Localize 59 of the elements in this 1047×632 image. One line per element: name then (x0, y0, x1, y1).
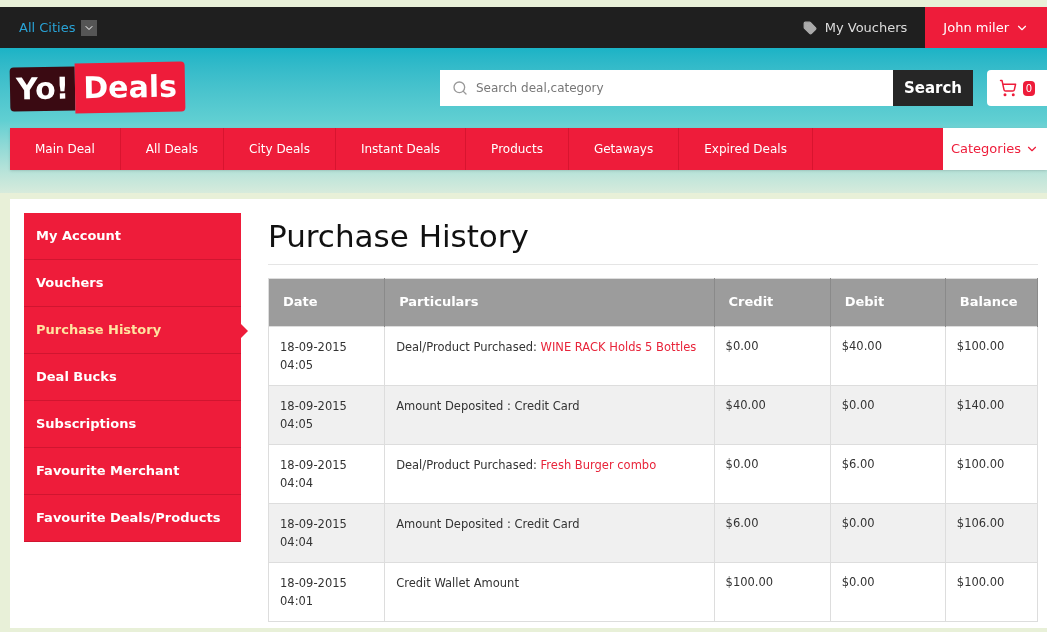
column-header: Debit (830, 278, 946, 326)
sidebar-item[interactable]: Vouchers (24, 260, 241, 307)
tag-icon (802, 20, 817, 35)
sidebar-item[interactable]: Favourite Deals/Products (24, 495, 241, 542)
sidebar-item[interactable]: My Account (24, 213, 241, 260)
deal-link[interactable]: Fresh Burger combo (540, 457, 657, 472)
deal-link[interactable]: WINE RACK Holds 5 Bottles (540, 339, 697, 354)
table-cell: $6.00 (830, 444, 946, 503)
nav-link[interactable]: Getaways (568, 128, 680, 170)
cart-button[interactable]: 0 (987, 70, 1047, 106)
table-cell: Deal/Product Purchased: WINE RACK Holds 5 Bottles (384, 326, 715, 385)
vouchers-link[interactable]: My Vouchers (802, 17, 908, 38)
table-cell: $40.00 (714, 385, 831, 444)
sidebar-item[interactable]: Deal Bucks (24, 354, 241, 401)
nav-link[interactable]: City Deals (224, 128, 336, 170)
table-cell: Amount Deposited : Credit Card (384, 385, 715, 444)
nav-link[interactable]: All Deals (120, 128, 225, 170)
table-cell: 18-09-2015 04:04 (268, 444, 385, 503)
user-menu[interactable]: John miler (925, 7, 1047, 48)
table-cell: $140.00 (945, 385, 1038, 444)
table-cell: Credit Wallet Amount (384, 562, 715, 621)
table-cell: 18-09-2015 04:05 (268, 385, 385, 444)
table-cell: $0.00 (830, 503, 946, 562)
table-cell: $106.00 (945, 503, 1038, 562)
nav-link[interactable]: Products (466, 128, 569, 170)
column-header: Credit (714, 278, 831, 326)
column-header: Date (268, 278, 385, 326)
cart-icon (998, 79, 1017, 97)
page-title: Purchase History (268, 213, 1038, 265)
dropdown-icon (81, 19, 98, 36)
table-cell: 18-09-2015 04:04 (268, 503, 385, 562)
categories-menu[interactable]: Categories (943, 128, 1047, 170)
city-selector[interactable]: All Cities (19, 17, 98, 38)
nav-link[interactable]: Expired Deals (679, 128, 813, 170)
table-cell: $0.00 (830, 562, 946, 621)
table-cell: Amount Deposited : Credit Card (384, 503, 715, 562)
nav-link[interactable]: Instant Deals (335, 128, 467, 170)
nav-link[interactable]: Main Deal (10, 128, 121, 170)
sidebar-item[interactable]: Subscriptions (24, 401, 241, 448)
table-cell: $100.00 (714, 562, 831, 621)
table-cell: 18-09-2015 04:01 (268, 562, 385, 621)
table-cell: 18-09-2015 04:05 (268, 326, 385, 385)
table-cell: $100.00 (945, 326, 1038, 385)
table-cell: Deal/Product Purchased: Fresh Burger combo (384, 444, 715, 503)
search-icon (452, 80, 468, 96)
table-cell: $40.00 (830, 326, 946, 385)
search-field[interactable]: Search deal,category (440, 70, 893, 106)
table-cell: $0.00 (714, 444, 831, 503)
table-cell: $0.00 (714, 326, 831, 385)
search-button[interactable]: Search (893, 70, 973, 106)
table-cell: $6.00 (714, 503, 831, 562)
sidebar-item[interactable]: Purchase History (24, 307, 241, 354)
table-cell: $100.00 (945, 562, 1038, 621)
sidebar-item[interactable]: Favourite Merchant (24, 448, 241, 495)
column-header: Particulars (384, 278, 715, 326)
table-cell: $100.00 (945, 444, 1038, 503)
table-cell: $0.00 (830, 385, 946, 444)
column-header: Balance (945, 278, 1038, 326)
cart-count: 0 (1022, 80, 1036, 96)
